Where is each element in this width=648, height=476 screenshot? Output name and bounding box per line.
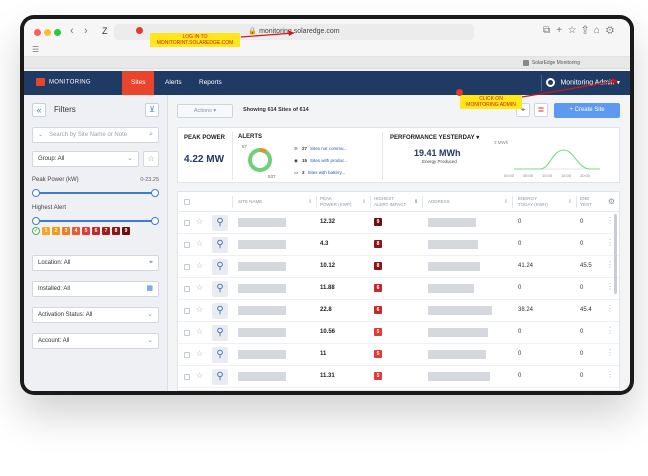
arrowhead (612, 78, 618, 84)
device-frame: ‹ › Z 🔒 monitoring.solaredge.com ⧉+☆⇪⌂⚙ … (20, 15, 634, 395)
annotation-arrows (240, 30, 618, 98)
arrow-to-admin (521, 80, 617, 98)
screen: ‹ › Z 🔒 monitoring.solaredge.com ⧉+☆⇪⌂⚙ … (24, 19, 630, 391)
arrowhead (288, 30, 294, 36)
arrow-to-url (240, 32, 295, 38)
